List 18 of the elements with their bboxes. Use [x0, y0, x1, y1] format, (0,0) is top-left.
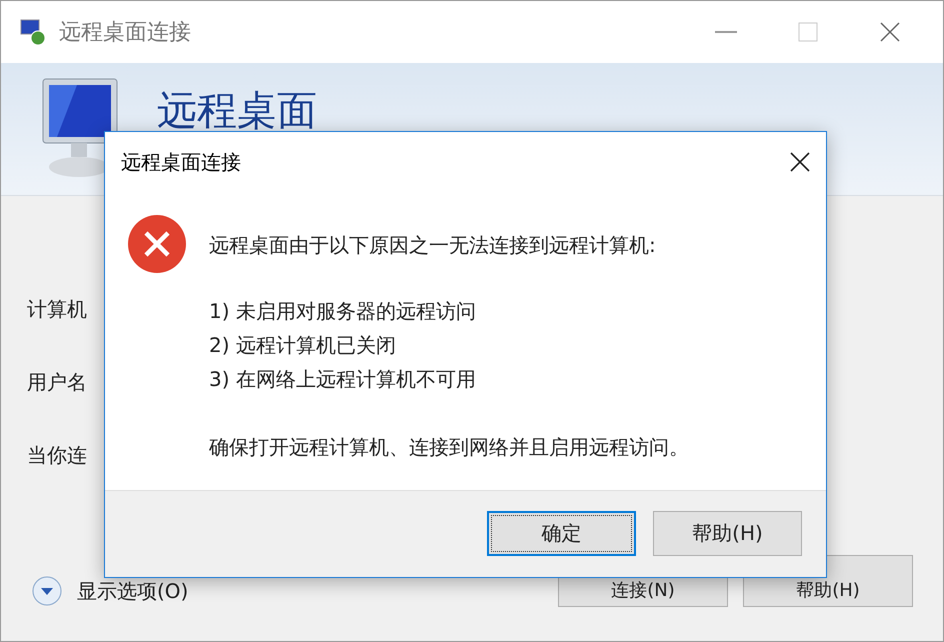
header-title: 远程桌面 — [157, 87, 317, 136]
expand-icon[interactable] — [31, 575, 63, 607]
advice-text: 确保打开远程计算机、连接到网络并且启用远程访问。 — [209, 434, 689, 461]
reason-item: 2) 远程计算机已关闭 — [209, 332, 397, 359]
dialog-button[interactable]: 确定 — [487, 510, 636, 556]
reason-item: 1) 未启用对服务器的远程访问 — [209, 298, 477, 325]
error-message: 远程桌面由于以下原因之一无法连接到远程计算机: — [209, 232, 657, 259]
show-options-toggle[interactable]: 显示选项(O) — [31, 575, 188, 607]
computer-icon — [19, 18, 47, 46]
reason-item: 3) 在网络上远程计算机不可用 — [209, 366, 477, 393]
close-icon[interactable] — [790, 152, 810, 172]
field-label: 用户名 — [27, 369, 87, 396]
window-title: 远程桌面连接 — [59, 19, 192, 47]
field-label: 计算机 — [27, 296, 87, 323]
dialog-title: 远程桌面连接 — [121, 148, 241, 176]
dialog-button[interactable]: 帮助(H) — [653, 510, 802, 556]
error-icon — [127, 214, 187, 274]
field-label: 当你连 — [27, 442, 87, 469]
